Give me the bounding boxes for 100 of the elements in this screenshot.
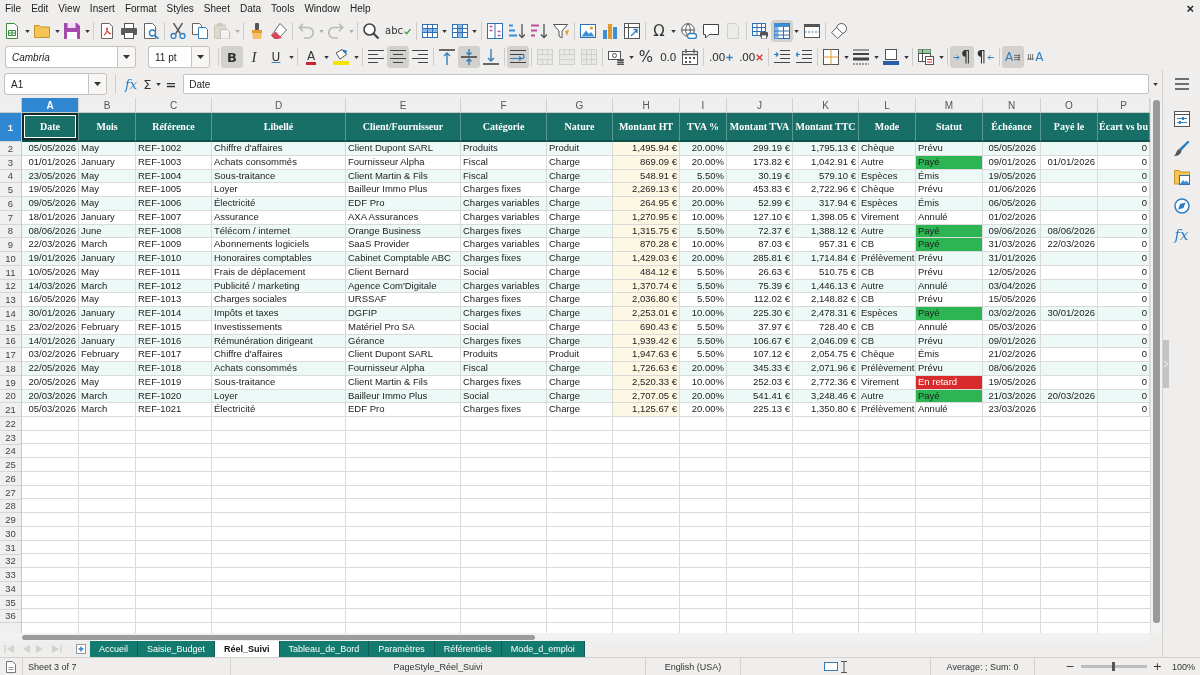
column-header[interactable]: G [547,98,613,113]
menu-item[interactable]: Data [234,1,267,17]
caret-icon[interactable] [54,29,60,33]
caret-icon[interactable] [903,55,909,59]
caret-icon[interactable] [1153,82,1158,86]
wrap-text-button[interactable] [507,46,529,68]
save-button[interactable] [61,20,83,42]
menu-item[interactable]: Tools [266,1,300,17]
font-size-field[interactable]: 11 pt [148,46,191,68]
menu-item[interactable]: Format [119,1,162,17]
sheet-tab[interactable]: Mode_d_emploi [501,641,585,657]
vertical-scrollbar[interactable] [1150,98,1162,633]
align-middle-button[interactable] [458,46,480,68]
caret-icon[interactable] [472,29,478,33]
close-button[interactable]: × [1180,1,1200,17]
border-style-button[interactable] [850,46,872,68]
functions-button[interactable]: fx [1168,222,1195,248]
column-header[interactable]: M [916,98,983,113]
row-header[interactable]: 13 [0,293,22,307]
menu-item[interactable]: Help [345,1,376,17]
caret-icon[interactable] [794,29,800,33]
column-header[interactable]: J [727,98,793,113]
align-top-button[interactable] [436,46,458,68]
column-header[interactable]: F [461,98,547,113]
dropdown-button[interactable] [88,73,107,95]
caret-icon[interactable] [873,55,879,59]
column-header[interactable]: I [680,98,727,113]
column-header[interactable]: L [859,98,916,113]
row-header[interactable]: 14 [0,307,22,321]
menu-item[interactable]: Sheet [198,1,235,17]
zoom-in-button[interactable]: + [1150,661,1164,672]
right-to-left-button[interactable]: ¶ [973,46,998,68]
menu-item[interactable]: File [0,1,27,17]
menu-item[interactable]: Insert [84,1,120,17]
special-character-button[interactable]: Ω [648,20,670,42]
column-header[interactable]: K [793,98,859,113]
scrollbar-thumb[interactable] [22,634,535,640]
print-area-button[interactable] [749,20,771,42]
freeze-panes-button[interactable] [771,20,793,42]
caret-icon[interactable] [442,29,448,33]
caret-icon[interactable] [938,55,944,59]
plus-box-icon[interactable] [76,644,86,654]
sheet-tab[interactable]: Référentiels [434,641,502,657]
find-replace-button[interactable] [360,20,382,42]
sheet-tab[interactable]: Accueil [90,641,138,657]
horizontal-scrollbar[interactable] [0,633,1150,641]
highlight-button[interactable] [330,46,352,68]
row-header[interactable]: 18 [0,362,22,376]
column-header[interactable]: B [79,98,136,113]
add-decimal-button[interactable]: .00 [706,46,736,68]
caret-icon[interactable] [155,82,161,86]
hyperlink-button[interactable] [678,20,700,42]
caret-icon[interactable] [84,29,90,33]
align-center-button[interactable] [387,46,409,68]
bold-button[interactable]: B [221,46,243,68]
dropdown-button[interactable] [117,46,136,68]
caret-icon[interactable] [24,29,30,33]
number-format-button[interactable]: 0.0 [657,46,679,68]
borders-button[interactable] [820,46,842,68]
menu-item[interactable]: Edit [26,1,54,17]
function-wizard-button[interactable]: fx [122,74,141,94]
column-header[interactable]: P [1098,98,1150,113]
text-cursor-icon[interactable] [841,660,847,673]
sheet-tab[interactable]: Tableau_de_Bord [279,641,370,657]
column-header[interactable]: H [613,98,680,113]
column-header[interactable]: D [212,98,346,113]
sort-button[interactable] [484,20,506,42]
caret-icon[interactable] [671,29,677,33]
row-header[interactable]: 5 [0,183,22,197]
sheet-tab[interactable]: Réel_Suivi [215,641,280,657]
date-format-button[interactable] [679,46,701,68]
row-header[interactable]: 10 [0,252,22,266]
font-name-field[interactable]: Cambria [5,46,117,68]
font-color-button[interactable]: A [300,46,322,68]
row-header[interactable]: 21 [0,403,22,417]
sheet-tab[interactable]: Paramètres [369,641,435,657]
dropdown-button[interactable] [191,46,210,68]
column-header[interactable]: C [136,98,212,113]
column-header[interactable]: A [22,98,79,113]
menu-icon[interactable] [1174,78,1189,90]
caret-icon[interactable] [323,55,329,59]
caret-icon[interactable] [288,55,294,59]
caret-icon[interactable] [353,55,359,59]
text-vertical-button[interactable]: A [1024,46,1047,68]
shapes-button[interactable] [828,20,850,42]
row-header[interactable]: 2 [0,142,22,156]
copy-button[interactable] [189,20,211,42]
cell-reference-field[interactable]: A1 [4,73,88,95]
formula-button[interactable]: = [162,74,180,94]
column-header[interactable]: N [983,98,1041,113]
cut-button[interactable] [167,20,189,42]
row-header[interactable]: 1 [0,113,22,142]
rectangle-icon[interactable] [824,662,838,671]
pivot-table-button[interactable] [621,20,643,42]
formula-input-field[interactable]: Date [183,74,1149,94]
border-color-button[interactable] [880,46,902,68]
delete-decimal-button[interactable]: .00 [736,46,766,68]
underline-button[interactable]: U [265,46,287,68]
clear-formatting-button[interactable] [268,20,290,42]
spelling-button[interactable]: abc [382,20,414,42]
